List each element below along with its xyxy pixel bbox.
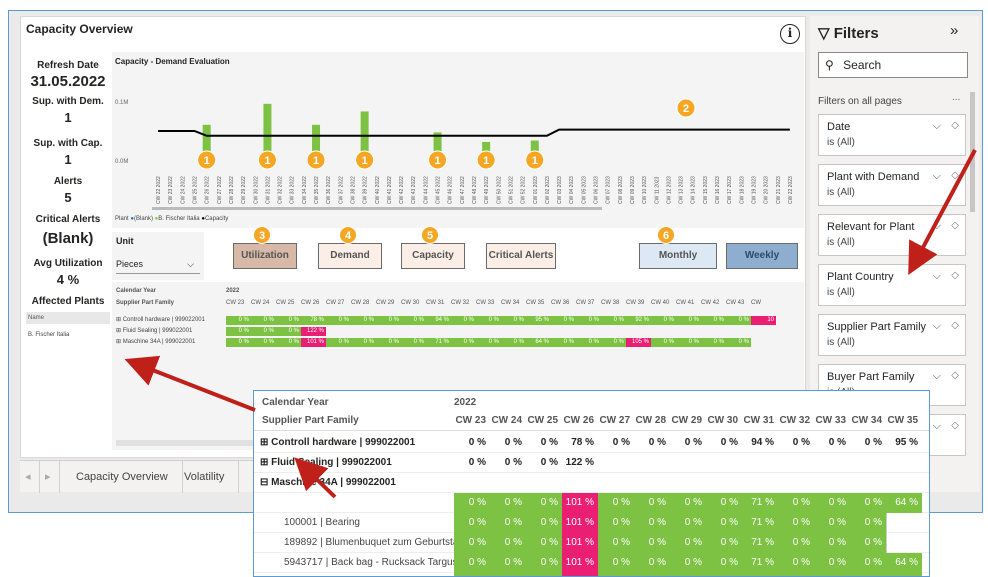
- screenshot-stage: Capacity Overview i Refresh Date 31.05.2…: [0, 0, 988, 577]
- demand-badge-icon: 4: [339, 226, 357, 244]
- annotation-arrows: [124, 149, 977, 499]
- capacity-badge-icon: 5: [421, 226, 439, 244]
- arrow-to-maschine-row: [294, 457, 337, 499]
- monthly-badge-icon: 6: [657, 226, 675, 244]
- arrow-to-supplier-filter: [908, 149, 977, 276]
- utilization-badge-icon: 3: [253, 226, 271, 244]
- arrow-to-matrix: [124, 355, 256, 412]
